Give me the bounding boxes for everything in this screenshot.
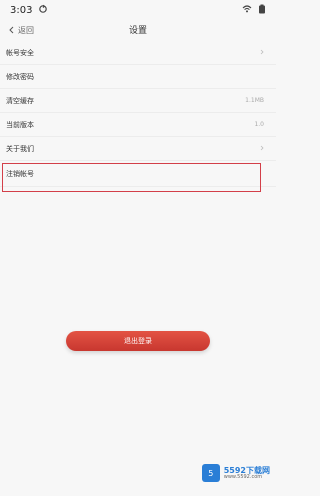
watermark-sub: www.5592.com bbox=[223, 473, 263, 480]
settings-item-label: 帐号安全 bbox=[6, 48, 34, 57]
settings-screen: 3:03 返回 设置 帐号安全 修改密码 清空缓存 1.1MB 当前版本 1.0… bbox=[0, 0, 276, 496]
back-label: 返回 bbox=[18, 26, 34, 35]
settings-item-label: 清空缓存 bbox=[6, 96, 34, 105]
status-right bbox=[242, 4, 266, 17]
version-value: 1.0 bbox=[254, 121, 264, 128]
logout-button[interactable]: 退出登录 bbox=[66, 331, 210, 351]
status-bar: 3:03 bbox=[0, 0, 276, 20]
settings-list: 帐号安全 修改密码 清空缓存 1.1MB 当前版本 1.0 关于我们 注销帐号 bbox=[0, 41, 276, 187]
status-time: 3:03 bbox=[10, 4, 33, 16]
settings-item-about-us[interactable]: 关于我们 bbox=[0, 137, 276, 161]
cache-size: 1.1MB bbox=[245, 97, 264, 104]
chevron-right-icon bbox=[260, 49, 264, 57]
settings-item-value bbox=[260, 49, 264, 57]
back-button[interactable]: 返回 bbox=[8, 25, 34, 36]
watermark: 5 5592下载网 www.5592.com bbox=[201, 464, 270, 482]
watermark-text: 5592下载网 www.5592.com bbox=[223, 466, 270, 480]
settings-item-label: 注销帐号 bbox=[6, 169, 34, 178]
settings-item-delete-account[interactable]: 注销帐号 bbox=[0, 161, 276, 187]
wifi-icon bbox=[242, 4, 252, 17]
sync-icon bbox=[38, 4, 48, 17]
settings-item-account-security[interactable]: 帐号安全 bbox=[0, 41, 276, 65]
settings-item-label: 关于我们 bbox=[6, 144, 34, 153]
chevron-left-icon bbox=[8, 26, 14, 36]
watermark-logo: 5 bbox=[201, 464, 220, 482]
settings-item-current-version[interactable]: 当前版本 1.0 bbox=[0, 113, 276, 137]
battery-icon bbox=[258, 4, 266, 17]
settings-item-change-password[interactable]: 修改密码 bbox=[0, 65, 276, 89]
settings-item-clear-cache[interactable]: 清空缓存 1.1MB bbox=[0, 89, 276, 113]
page-title: 设置 bbox=[128, 25, 147, 36]
status-left: 3:03 bbox=[10, 4, 48, 17]
settings-item-label: 当前版本 bbox=[6, 120, 34, 129]
chevron-right-icon bbox=[260, 145, 264, 153]
settings-item-label: 修改密码 bbox=[6, 72, 34, 81]
settings-item-value bbox=[260, 145, 264, 153]
